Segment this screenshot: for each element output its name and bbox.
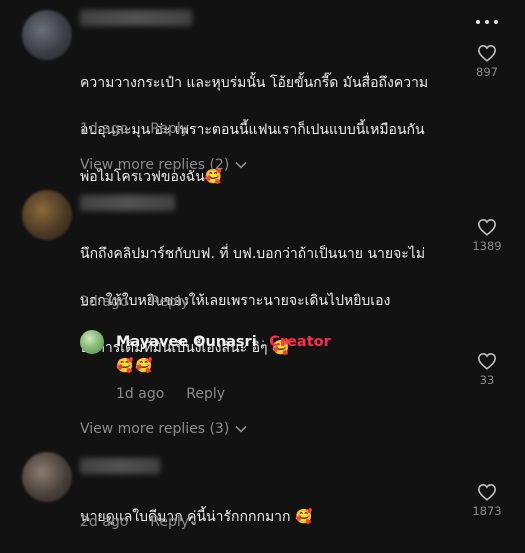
commenter-avatar[interactable] bbox=[22, 452, 72, 502]
commenter-avatar[interactable] bbox=[22, 190, 72, 240]
view-more-replies[interactable]: View more replies (2) bbox=[80, 157, 247, 173]
name-separator: · bbox=[260, 334, 266, 350]
heart-outline-icon bbox=[477, 483, 497, 501]
comment-time: 2d ago bbox=[80, 294, 129, 310]
commenter-avatar[interactable] bbox=[22, 10, 72, 60]
comment-meta: 2d ago Reply bbox=[80, 294, 189, 310]
reply-time: 1d ago bbox=[116, 386, 165, 402]
more-options-icon[interactable] bbox=[476, 18, 498, 26]
like-button[interactable]: 1873 bbox=[467, 483, 507, 518]
like-button[interactable]: 897 bbox=[467, 44, 507, 79]
creator-header: Mayavee Ounasri · Creator bbox=[116, 334, 331, 350]
creator-reply-meta: 1d ago Reply bbox=[116, 386, 225, 402]
chevron-down-icon bbox=[235, 425, 247, 433]
view-more-replies[interactable]: View more replies (3) bbox=[80, 421, 247, 437]
comment-time: 2d ago bbox=[80, 514, 129, 530]
reply-button[interactable]: Reply bbox=[150, 514, 189, 530]
like-count: 33 bbox=[479, 373, 495, 387]
comment-time: 1d ago bbox=[80, 121, 129, 137]
reply-button[interactable]: Reply bbox=[150, 121, 189, 137]
creator-reply-text: 🥰🥰 bbox=[116, 358, 155, 374]
reply-button[interactable]: Reply bbox=[150, 294, 189, 310]
like-button[interactable]: 33 bbox=[467, 352, 507, 387]
comment-meta: 2d ago Reply bbox=[80, 514, 189, 530]
like-count: 1873 bbox=[472, 504, 502, 518]
like-count: 1389 bbox=[472, 239, 502, 253]
chevron-down-icon bbox=[235, 161, 247, 169]
creator-username[interactable]: Mayavee Ounasri bbox=[116, 334, 257, 350]
commenter-username[interactable] bbox=[80, 195, 175, 211]
heart-outline-icon bbox=[477, 218, 497, 236]
creator-badge: Creator bbox=[269, 334, 331, 350]
commenter-username[interactable] bbox=[80, 458, 160, 474]
reply-button[interactable]: Reply bbox=[186, 386, 225, 402]
creator-avatar[interactable] bbox=[80, 330, 104, 354]
comment-meta: 1d ago Reply bbox=[80, 121, 189, 137]
like-count: 897 bbox=[476, 65, 498, 79]
commenter-username[interactable] bbox=[80, 10, 192, 26]
like-button[interactable]: 1389 bbox=[467, 218, 507, 253]
heart-outline-icon bbox=[477, 44, 497, 62]
heart-outline-icon bbox=[477, 352, 497, 370]
